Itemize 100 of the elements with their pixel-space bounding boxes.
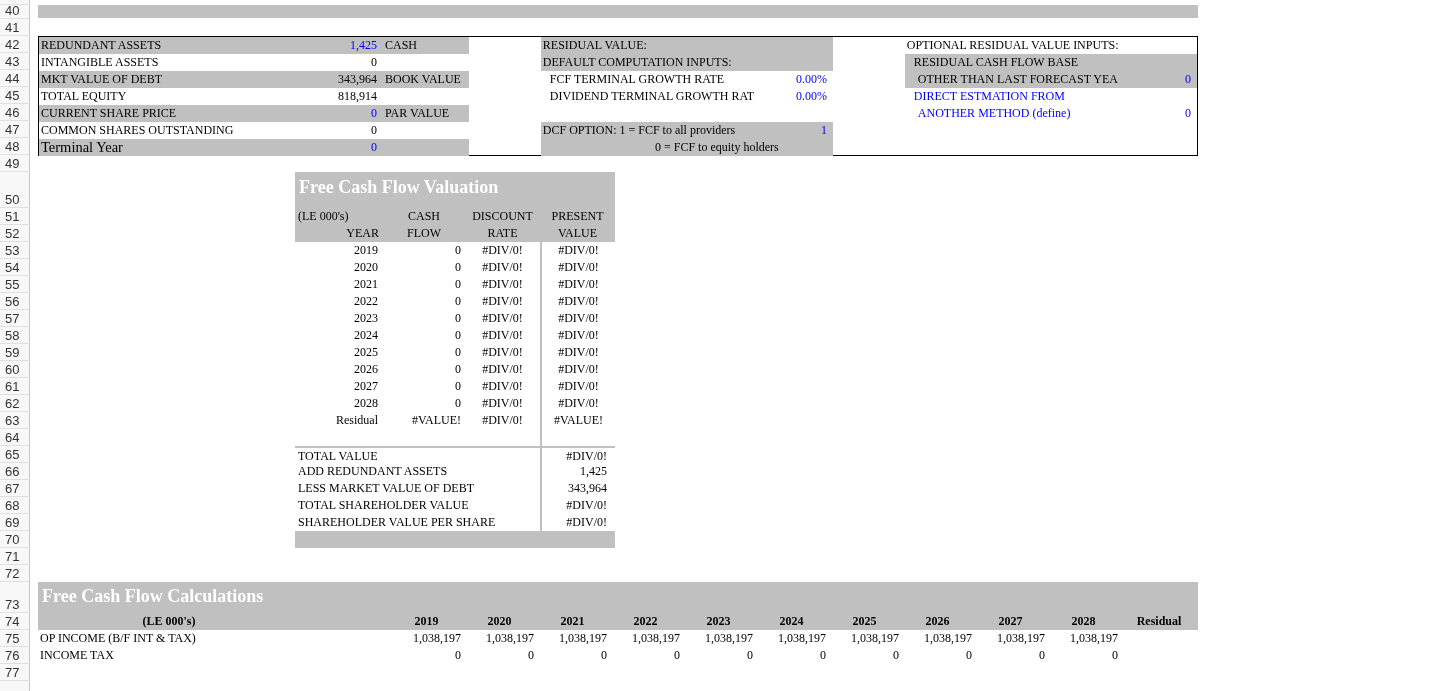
table-cell-text: #DIV/0!: [481, 361, 524, 378]
row-header[interactable]: 77: [0, 664, 30, 681]
table-title: Free Cash Flow Valuation: [295, 172, 615, 208]
row-header[interactable]: 42: [0, 36, 30, 53]
field-value[interactable]: 0: [291, 122, 379, 139]
field-value[interactable]: 0.00%: [767, 88, 833, 105]
row-header[interactable]: 45: [0, 87, 30, 104]
row-header[interactable]: 51: [0, 208, 30, 225]
column-header: YEAR: [295, 225, 383, 242]
row-header[interactable]: 76: [0, 647, 30, 664]
table-cell-text: #DIV/0!: [481, 327, 524, 344]
table-cell-text: 0: [746, 647, 754, 664]
row-header[interactable]: [0, 0, 30, 5]
field-note: BOOK VALUE: [385, 72, 461, 86]
row-header[interactable]: 65: [0, 446, 30, 463]
column-header: 2025: [828, 613, 901, 630]
row-header[interactable]: 58: [0, 327, 30, 344]
field-label: Terminal Year: [40, 139, 124, 156]
field-label: TOTAL EQUITY: [40, 88, 128, 105]
row-header[interactable]: 67: [0, 480, 30, 497]
row-header[interactable]: 50: [0, 172, 30, 208]
row-header[interactable]: 64: [0, 429, 30, 446]
table-cell-text: 0: [819, 647, 827, 664]
field-value[interactable]: 1,425: [291, 37, 379, 54]
table-cell-text: 0: [454, 259, 462, 276]
row-header[interactable]: 74: [0, 613, 30, 630]
row-header[interactable]: 61: [0, 378, 30, 395]
row-header[interactable]: 52: [0, 225, 30, 242]
field-label: DCF OPTION: 1 = FCF to all providers: [541, 122, 737, 139]
field-value[interactable]: 0: [291, 139, 379, 156]
table-cell-text: #DIV/0!: [481, 242, 524, 259]
table-cell: 343,964: [540, 480, 615, 497]
row-header[interactable]: 41: [0, 19, 30, 36]
table-cell-text: #DIV/0!: [481, 344, 524, 361]
row-header[interactable]: 49: [0, 155, 30, 172]
row-header[interactable]: 68: [0, 497, 30, 514]
row-header[interactable]: 56: [0, 293, 30, 310]
table-cell-text: 0: [965, 647, 973, 664]
table-cell-text: 1,038,197: [1069, 630, 1119, 647]
field-label: ANOTHER METHOD (define): [916, 105, 1072, 122]
field-value[interactable]: 818,914: [291, 88, 379, 105]
column-header: (LE 000's): [38, 613, 390, 630]
table-cell: #DIV/0!: [540, 242, 615, 259]
row-header[interactable]: 43: [0, 53, 30, 70]
table-cell: 1,425: [540, 463, 615, 480]
field-value[interactable]: 0: [1131, 105, 1197, 122]
row-header[interactable]: 75: [0, 630, 30, 647]
field-value[interactable]: 0: [291, 105, 379, 122]
row-header[interactable]: 73: [0, 582, 30, 613]
table-cell-text: 1,038,197: [923, 630, 973, 647]
row-header[interactable]: 40: [0, 5, 30, 19]
table-cell: #DIV/0!: [540, 446, 615, 463]
row-header[interactable]: 47: [0, 121, 30, 138]
row-header[interactable]: 66: [0, 463, 30, 480]
row-header[interactable]: 59: [0, 344, 30, 361]
row-header[interactable]: 70: [0, 531, 30, 548]
field-value[interactable]: 343,964: [291, 71, 379, 88]
table-cell-text: 0: [454, 293, 462, 310]
field-value[interactable]: 0: [291, 54, 379, 71]
table-cell-text: 0: [527, 647, 535, 664]
table-cell-text: Residual: [335, 412, 379, 429]
table-cell-text: 0: [454, 395, 462, 412]
row-header[interactable]: 63: [0, 412, 30, 429]
column-header: 2024: [755, 613, 828, 630]
table-cell: #DIV/0!: [540, 327, 615, 344]
row-header[interactable]: 57: [0, 310, 30, 327]
column-header: 2027: [974, 613, 1047, 630]
field-value[interactable]: 0.00%: [767, 71, 833, 88]
table-cell-text: 1,038,197: [704, 630, 754, 647]
row-header[interactable]: 54: [0, 259, 30, 276]
column-header: CASH: [383, 208, 465, 225]
table-cell-text: TOTAL SHAREHOLDER VALUE: [297, 497, 470, 514]
column-header: (LE 000's): [295, 208, 383, 225]
row-header[interactable]: 60: [0, 361, 30, 378]
column-header: 2023: [682, 613, 755, 630]
field-label: DIVIDEND TERMINAL GROWTH RAT: [548, 88, 756, 105]
row-header[interactable]: 62: [0, 395, 30, 412]
table-cell-text: 2026: [353, 361, 379, 378]
row-header[interactable]: 46: [0, 104, 30, 121]
table-cell-text: #DIV/0!: [481, 293, 524, 310]
table-cell-text: 0: [454, 361, 462, 378]
column-header: 2026: [901, 613, 974, 630]
column-header: DISCOUNT: [465, 208, 540, 225]
table-title: Free Cash Flow Calculations: [38, 582, 1198, 613]
field-value[interactable]: 1: [767, 122, 833, 139]
field-value[interactable]: 0: [1131, 71, 1197, 88]
row-header[interactable]: 53: [0, 242, 30, 259]
row-header[interactable]: 48: [0, 138, 30, 155]
table-cell: #VALUE!: [540, 412, 615, 429]
field-note: CASH: [385, 38, 417, 52]
row-header[interactable]: 71: [0, 548, 30, 565]
row-header[interactable]: 44: [0, 70, 30, 87]
field-label: COMMON SHARES OUTSTANDING: [40, 122, 235, 139]
table-cell-text: #DIV/0!: [481, 412, 524, 429]
row-header[interactable]: 55: [0, 276, 30, 293]
row-header[interactable]: 69: [0, 514, 30, 531]
field-label: RESIDUAL CASH FLOW BASE: [912, 54, 1080, 71]
table-cell: #DIV/0!: [540, 344, 615, 361]
row-header[interactable]: 72: [0, 565, 30, 582]
table-cell: #DIV/0!: [540, 361, 615, 378]
